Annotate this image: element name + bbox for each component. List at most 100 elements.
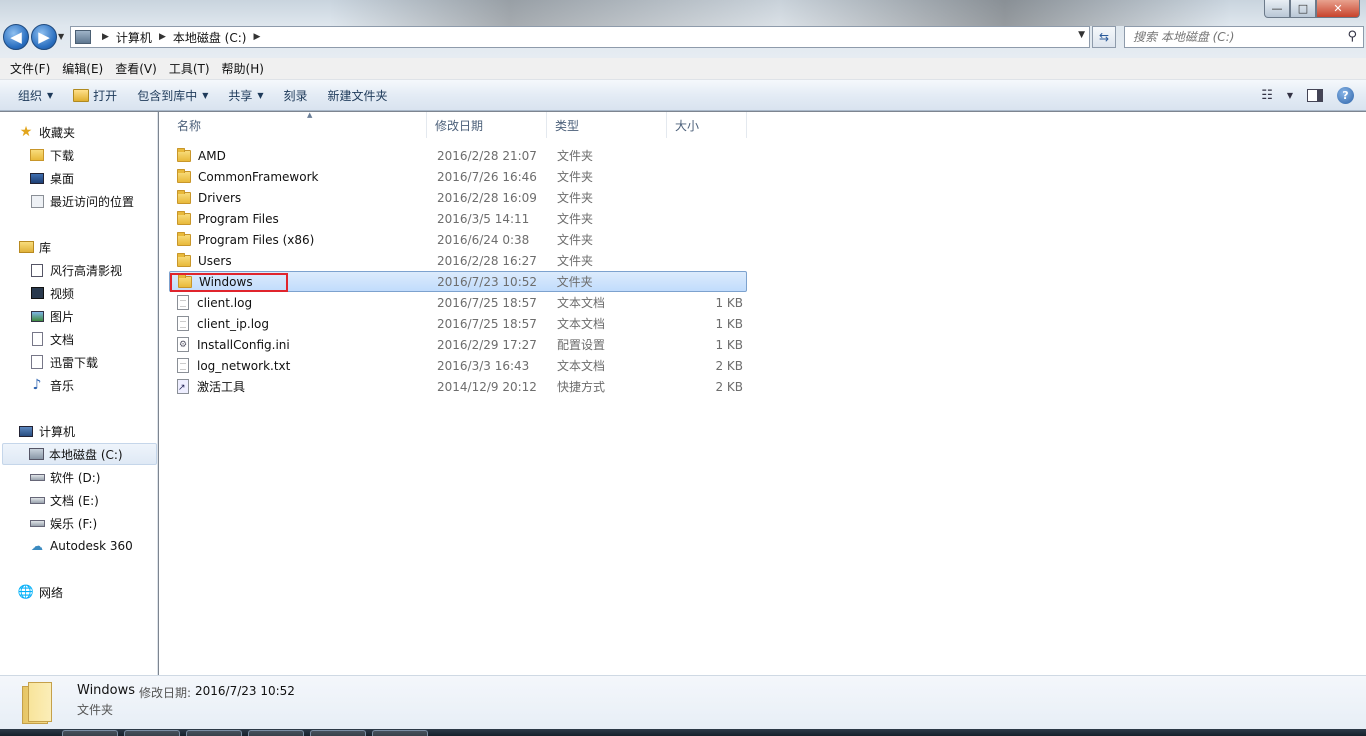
sort-ascending-icon: ▲ [307, 111, 313, 119]
file-row[interactable]: ↗ 激活工具 2014/12/9 20:12 快捷方式 2 KB [169, 376, 747, 397]
nav-item-label: 文档 [50, 332, 75, 347]
menu-tools[interactable]: 工具(T) [163, 60, 216, 77]
share-button[interactable]: 共享 ▼ [220, 80, 271, 110]
breadcrumb-separator[interactable]: ▶ [102, 32, 109, 42]
file-modified-date: 2016/2/28 16:27 [437, 253, 537, 268]
nav-item-label: 本地磁盘 (C:) [49, 447, 123, 462]
change-view-icon[interactable]: ☷ [1261, 88, 1273, 103]
nav-item-downloads[interactable]: 下载 [29, 144, 157, 166]
maximize-button[interactable]: □ [1290, 0, 1316, 18]
file-name-cell: client_ip.log [169, 316, 427, 331]
picture-icon [29, 309, 45, 323]
taskbar-button[interactable] [372, 730, 428, 736]
menu-help[interactable]: 帮助(H) [216, 60, 270, 77]
column-header-modified[interactable]: 修改日期 [427, 112, 547, 138]
nav-item-drive-d[interactable]: 软件 (D:) [29, 466, 157, 488]
search-box[interactable]: ⚲ [1124, 26, 1364, 48]
taskbar-button[interactable] [62, 730, 118, 736]
nav-item-desktop[interactable]: 桌面 [29, 167, 157, 189]
nav-item-videos[interactable]: 视频 [29, 282, 157, 304]
file-name-cell: ↗ 激活工具 [169, 378, 427, 395]
hard-drive-icon [29, 493, 45, 507]
search-input[interactable] [1133, 30, 1333, 44]
open-button[interactable]: 打开 [65, 80, 125, 110]
nav-item-autodesk-360[interactable]: ☁ Autodesk 360 [29, 535, 157, 557]
file-modified-date: 2016/2/28 21:07 [437, 148, 537, 163]
back-button[interactable]: ◀ [3, 24, 29, 50]
file-row[interactable]: ⚙ InstallConfig.ini 2016/2/29 17:27 配置设置 1 K… [169, 334, 747, 355]
search-icon[interactable]: ⚲ [1347, 29, 1357, 44]
file-type: 文件夹 [557, 212, 594, 226]
close-button[interactable]: ✕ [1316, 0, 1360, 18]
new-folder-button[interactable]: 新建文件夹 [320, 80, 396, 110]
file-row[interactable]: AMD 2016/2/28 21:07 文件夹 [169, 145, 747, 166]
breadcrumb-local-disk-c[interactable]: 本地磁盘 (C:) [173, 29, 247, 46]
breadcrumb-computer[interactable]: 计算机 [116, 29, 152, 46]
nav-item-pictures[interactable]: 图片 [29, 305, 157, 327]
file-size: 1 KB [715, 316, 743, 331]
file-modified-date: 2016/3/3 16:43 [437, 358, 530, 373]
nav-item-drive-f[interactable]: 娱乐 (F:) [29, 512, 157, 534]
taskbar-button[interactable] [124, 730, 180, 736]
nav-item-documents[interactable]: 文档 [29, 328, 157, 350]
view-options-dropdown[interactable]: ▼ [1287, 91, 1293, 100]
file-row[interactable]: client_ip.log 2016/7/25 18:57 文本文档 1 KB [169, 313, 747, 334]
file-row[interactable]: Program Files (x86) 2016/6/24 0:38 文件夹 [169, 229, 747, 250]
nav-item-drive-e[interactable]: 文档 (E:) [29, 489, 157, 511]
nav-item-local-disk-c[interactable]: 本地磁盘 (C:) [2, 443, 157, 465]
nav-item-music[interactable]: ♪ 音乐 [29, 374, 157, 396]
nav-computer[interactable]: 计算机 [18, 420, 157, 442]
recent-pages-dropdown[interactable]: ▼ [58, 32, 64, 41]
file-name: Users [198, 253, 232, 268]
annotation-highlight-box [170, 273, 288, 292]
file-row[interactable]: log_network.txt 2016/3/3 16:43 文本文档 2 KB [169, 355, 747, 376]
organize-button[interactable]: 组织 ▼ [10, 80, 61, 110]
file-modified-date: 2016/7/23 10:52 [437, 274, 538, 289]
file-type: 文本文档 [557, 359, 606, 373]
breadcrumb-separator[interactable]: ▶ [159, 32, 166, 42]
taskbar-button[interactable] [310, 730, 366, 736]
file-type: 文本文档 [557, 317, 606, 331]
file-name: AMD [198, 148, 226, 163]
file-name: CommonFramework [198, 169, 319, 184]
file-type: 文件夹 [557, 254, 594, 268]
file-row[interactable]: client.log 2016/7/25 18:57 文本文档 1 KB [169, 292, 747, 313]
file-row[interactable]: Program Files 2016/3/5 14:11 文件夹 [169, 208, 747, 229]
nav-network[interactable]: 🌐 网络 [18, 581, 157, 603]
nav-item-funshion[interactable]: 风行高清影视 [29, 259, 157, 281]
include-library-label: 包含到库中 [137, 88, 198, 103]
text-file-icon [177, 295, 189, 310]
file-row[interactable]: CommonFramework 2016/7/26 16:46 文件夹 [169, 166, 747, 187]
column-header-type[interactable]: 类型 [547, 112, 667, 138]
column-type-label: 类型 [555, 118, 580, 133]
forward-button[interactable]: ▶ [31, 24, 57, 50]
open-label: 打开 [93, 88, 118, 103]
address-bar[interactable]: ▶ 计算机 ▶ 本地磁盘 (C:) ▶ ▼ [70, 26, 1090, 48]
column-header-size[interactable]: 大小 [667, 112, 747, 138]
nav-favorites[interactable]: ★ 收藏夹 [18, 121, 157, 143]
nav-item-recent-places[interactable]: 最近访问的位置 [29, 190, 157, 212]
file-size: 2 KB [715, 358, 743, 373]
nav-item-thunder-downloads[interactable]: 迅雷下载 [29, 351, 157, 373]
file-name: log_network.txt [197, 358, 291, 373]
large-folder-icon [22, 682, 52, 724]
burn-button[interactable]: 刻录 [276, 80, 316, 110]
file-row[interactable]: Users 2016/2/28 16:27 文件夹 [169, 250, 747, 271]
menu-edit[interactable]: 编辑(E) [56, 60, 109, 77]
file-row[interactable]: Drivers 2016/2/28 16:09 文件夹 [169, 187, 747, 208]
minimize-button[interactable]: — [1264, 0, 1290, 18]
taskbar-button[interactable] [186, 730, 242, 736]
include-in-library-button[interactable]: 包含到库中 ▼ [129, 80, 216, 110]
column-header-name[interactable]: 名称 ▲ [169, 111, 427, 138]
menu-view[interactable]: 查看(V) [109, 60, 163, 77]
breadcrumb-separator[interactable]: ▶ [253, 32, 260, 42]
help-icon[interactable]: ? [1337, 87, 1354, 104]
refresh-button[interactable]: ⇆ [1092, 26, 1116, 48]
column-name-label: 名称 [177, 118, 202, 133]
taskbar-button[interactable] [248, 730, 304, 736]
file-name: client.log [197, 295, 253, 310]
preview-pane-icon[interactable] [1307, 89, 1323, 102]
address-history-dropdown[interactable]: ▼ [1078, 30, 1085, 40]
menu-file[interactable]: 文件(F) [4, 60, 56, 77]
nav-libraries[interactable]: 库 [18, 236, 157, 258]
